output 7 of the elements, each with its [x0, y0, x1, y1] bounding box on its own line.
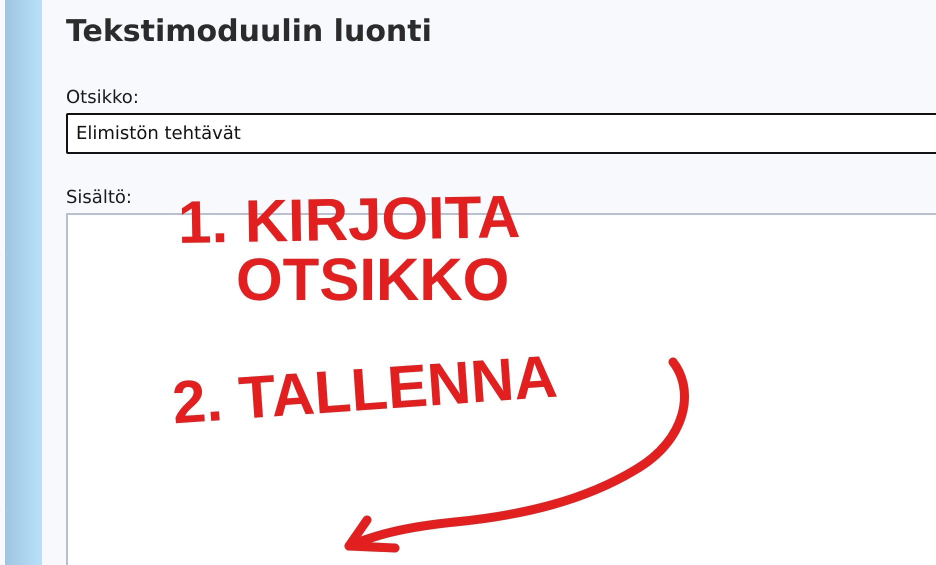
handwritten-note: OTSIKKO: [236, 250, 510, 310]
handwritten-note: 1. KIRJOITA: [178, 187, 521, 253]
title-field[interactable]: Elimistön tehtävät: [66, 113, 936, 154]
handwritten-note: 2. TALLENNA: [170, 346, 560, 434]
field-label: Sisältö:: [66, 187, 133, 208]
page-title: Tekstimoduulin luonti: [66, 14, 433, 49]
field-label: Otsikko:: [66, 87, 140, 108]
